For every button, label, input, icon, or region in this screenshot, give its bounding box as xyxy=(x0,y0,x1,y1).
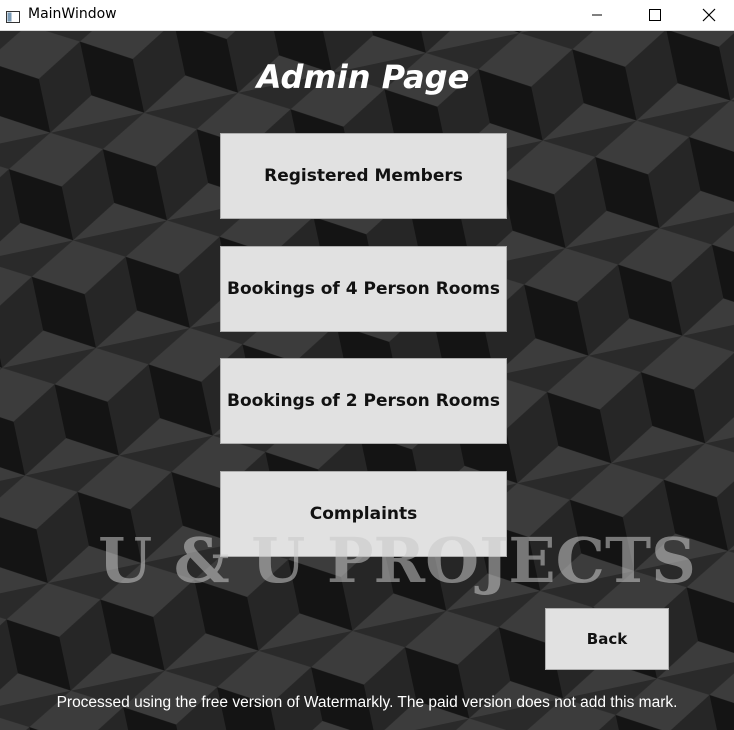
window-title: MainWindow xyxy=(28,6,117,22)
registered-members-button[interactable]: Registered Members xyxy=(220,133,507,219)
complaints-button[interactable]: Complaints xyxy=(220,471,507,557)
minimize-button[interactable] xyxy=(568,0,626,30)
bookings-2-person-rooms-button[interactable]: Bookings of 2 Person Rooms xyxy=(220,358,507,444)
close-icon xyxy=(702,8,716,22)
admin-page: Admin Page Registered Members Bookings o… xyxy=(0,31,734,730)
close-button[interactable] xyxy=(684,0,734,30)
watermark-notice: Processed using the free version of Wate… xyxy=(56,694,678,711)
page-title: Admin Page xyxy=(256,58,470,96)
maximize-icon xyxy=(649,9,661,21)
bookings-4-person-rooms-button[interactable]: Bookings of 4 Person Rooms xyxy=(220,246,507,332)
minimize-icon xyxy=(591,9,603,21)
back-button[interactable]: Back xyxy=(545,608,669,670)
window-app-icon xyxy=(6,8,20,23)
maximize-button[interactable] xyxy=(626,0,684,30)
title-bar: MainWindow xyxy=(0,0,734,31)
